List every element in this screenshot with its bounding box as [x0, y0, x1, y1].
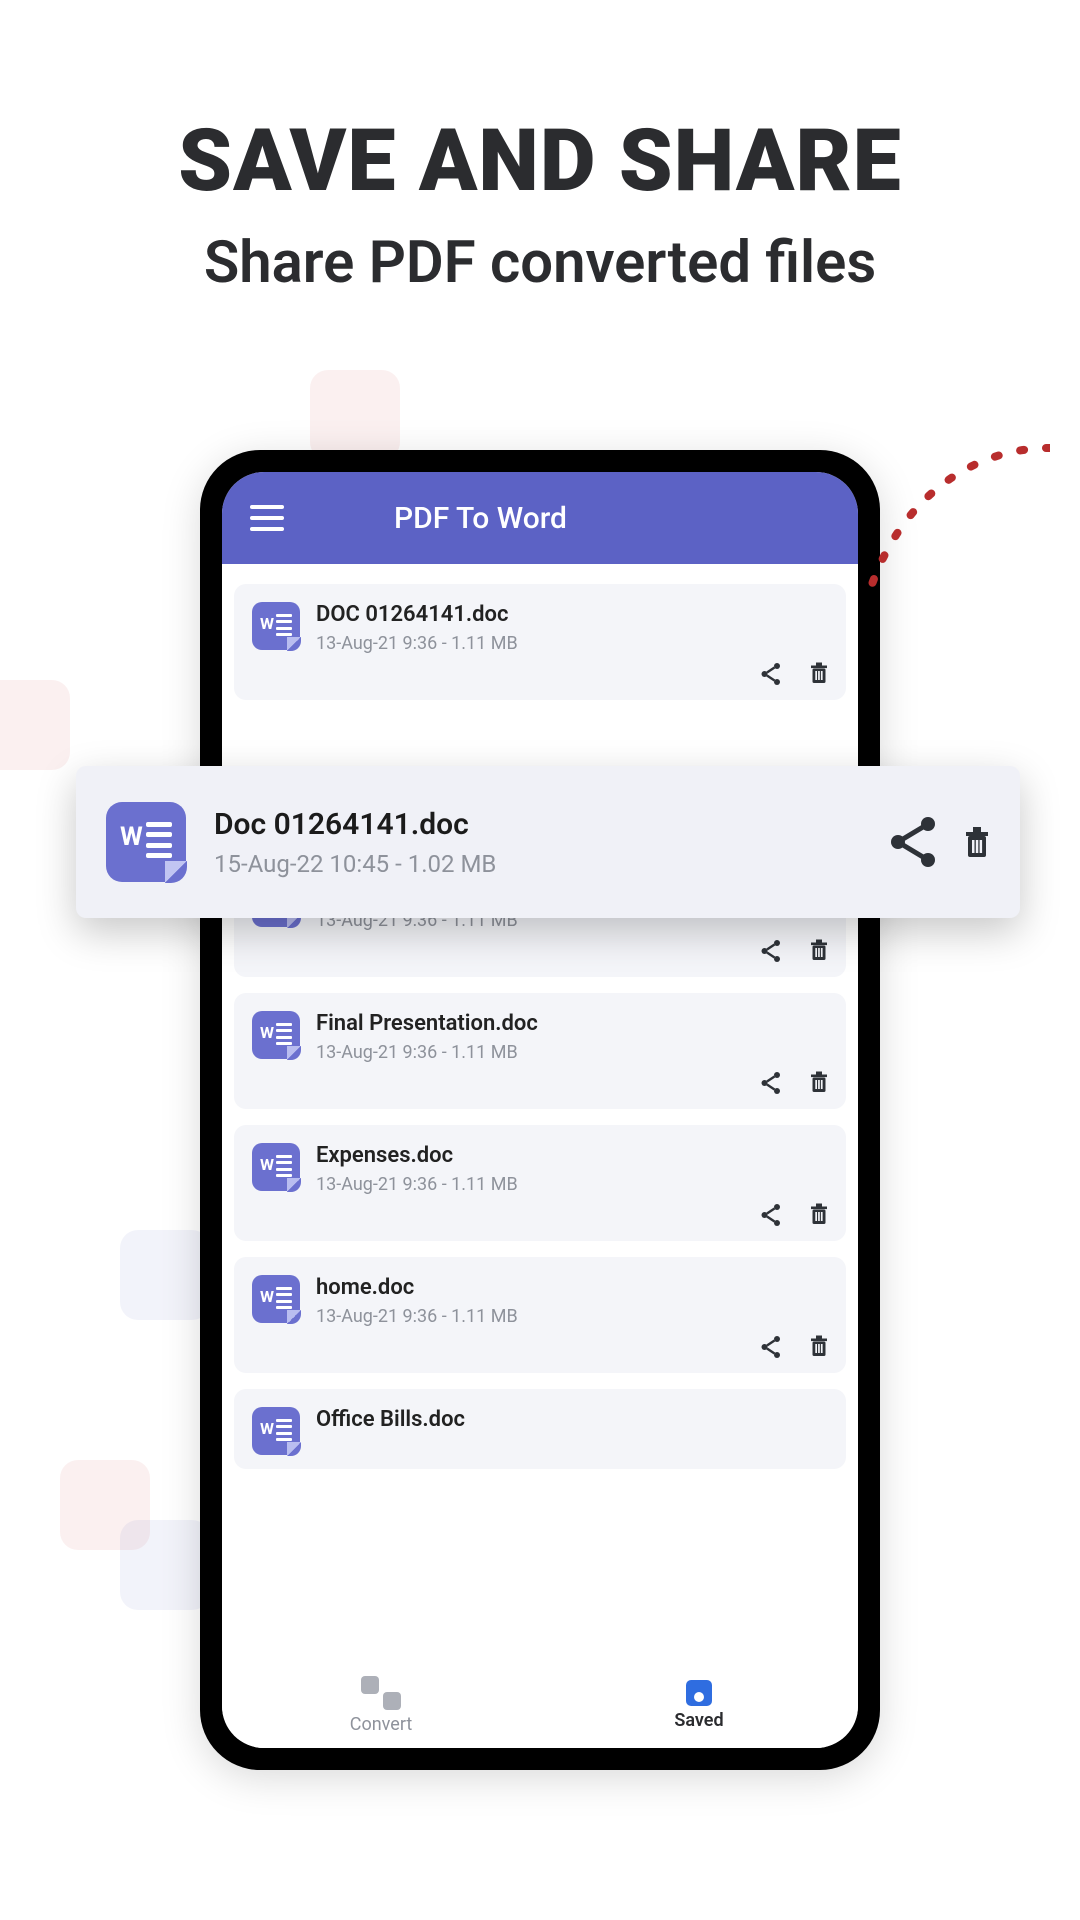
- convert-icon: [361, 1676, 401, 1710]
- file-meta: 13-Aug-21 9:36 - 1.11 MB: [316, 633, 518, 654]
- file-card[interactable]: Office Bills.doc: [234, 1389, 846, 1469]
- share-icon[interactable]: [760, 1203, 782, 1227]
- trash-icon[interactable]: [810, 1071, 828, 1093]
- app-title: PDF To Word: [394, 501, 567, 536]
- word-doc-icon: [252, 1407, 300, 1455]
- trash-icon[interactable]: [810, 1203, 828, 1225]
- word-doc-icon: [252, 1143, 300, 1191]
- file-meta: 13-Aug-21 9:36 - 1.11 MB: [316, 1042, 538, 1063]
- spotlight-filename: Doc 01264141.doc: [214, 807, 496, 842]
- trash-icon[interactable]: [810, 939, 828, 961]
- tab-convert[interactable]: Convert: [222, 1662, 540, 1748]
- word-doc-icon: [252, 602, 300, 650]
- file-name: Office Bills.doc: [316, 1407, 465, 1432]
- hero-title: SAVE AND SHARE: [0, 110, 1080, 211]
- save-icon: [686, 1680, 712, 1706]
- file-card[interactable]: DOC 01264141.doc 13-Aug-21 9:36 - 1.11 MB: [234, 584, 846, 700]
- word-doc-icon: [252, 1011, 300, 1059]
- file-meta: 13-Aug-21 9:36 - 1.11 MB: [316, 1174, 518, 1195]
- share-icon[interactable]: [888, 815, 938, 869]
- tab-saved[interactable]: Saved: [540, 1662, 858, 1748]
- spotlight-meta: 15-Aug-22 10:45 - 1.02 MB: [214, 850, 496, 878]
- hero-subtitle: Share PDF converted files: [0, 229, 1080, 297]
- tab-saved-label: Saved: [674, 1710, 723, 1731]
- arrow-decoration: [750, 440, 1050, 600]
- share-icon[interactable]: [760, 1071, 782, 1095]
- file-card[interactable]: Final Presentation.doc 13-Aug-21 9:36 - 1…: [234, 993, 846, 1109]
- spotlight-card[interactable]: Doc 01264141.doc 15-Aug-22 10:45 - 1.02 …: [76, 766, 1020, 918]
- share-icon[interactable]: [760, 662, 782, 686]
- file-name: Expenses.doc: [316, 1143, 518, 1168]
- share-icon[interactable]: [760, 939, 782, 963]
- trash-icon[interactable]: [810, 662, 828, 684]
- word-doc-icon: [252, 1275, 300, 1323]
- file-name: DOC 01264141.doc: [316, 602, 518, 627]
- file-meta: 13-Aug-21 9:36 - 1.11 MB: [316, 1306, 518, 1327]
- share-icon[interactable]: [760, 1335, 782, 1359]
- file-card[interactable]: Expenses.doc 13-Aug-21 9:36 - 1.11 MB: [234, 1125, 846, 1241]
- file-name: home.doc: [316, 1275, 518, 1300]
- file-list: DOC 01264141.doc 13-Aug-21 9:36 - 1.11 MB…: [222, 564, 858, 1662]
- trash-icon[interactable]: [964, 826, 990, 858]
- file-card[interactable]: home.doc 13-Aug-21 9:36 - 1.11 MB: [234, 1257, 846, 1373]
- tab-convert-label: Convert: [350, 1714, 413, 1735]
- word-doc-icon: [106, 802, 186, 882]
- bottom-nav: Convert Saved: [222, 1662, 858, 1748]
- hamburger-menu-icon[interactable]: [250, 505, 284, 531]
- file-name: Final Presentation.doc: [316, 1011, 538, 1036]
- trash-icon[interactable]: [810, 1335, 828, 1357]
